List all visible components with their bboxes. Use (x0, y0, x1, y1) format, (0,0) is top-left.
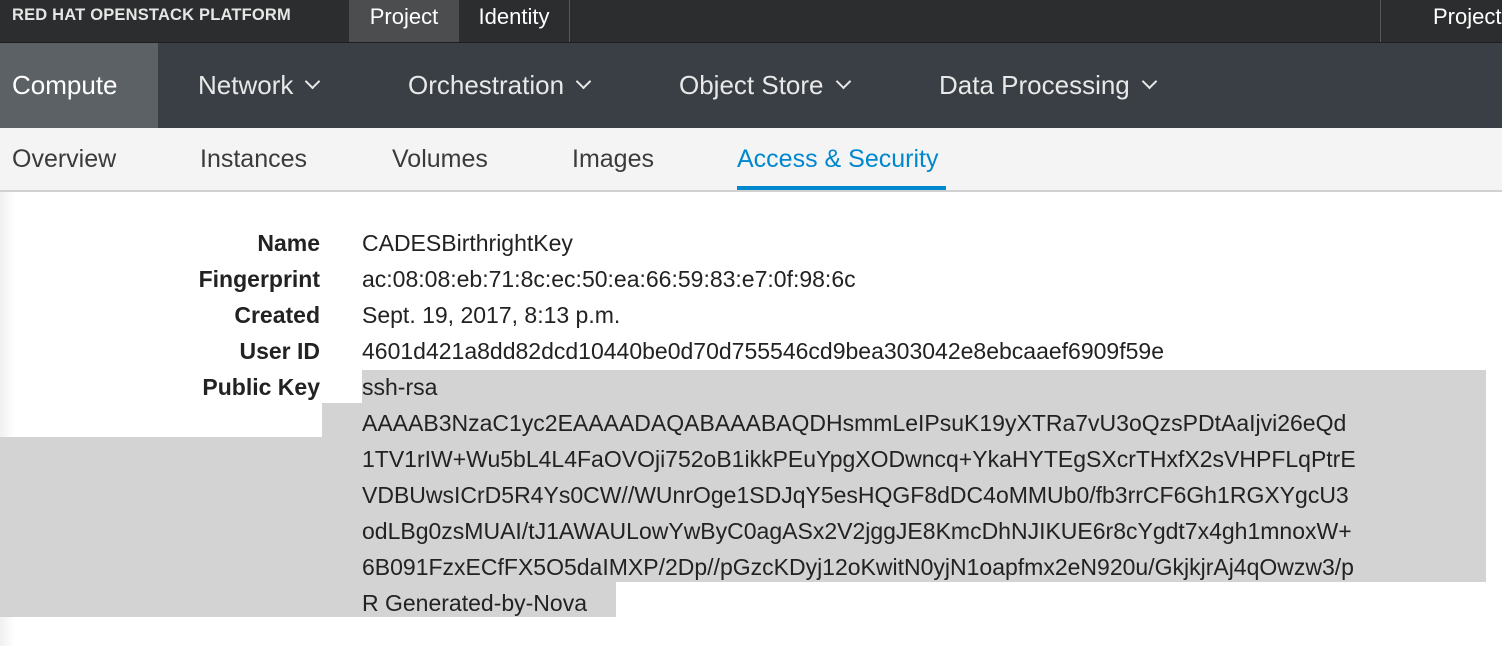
tab-overview[interactable]: Overview (12, 128, 116, 190)
nav-data-processing[interactable]: Data Processing (939, 43, 1158, 128)
chevron-down-icon (1141, 73, 1158, 90)
public-key-line: AAAAB3NzaC1yc2EAAAADAQABAAABAQDHsmmLeIPs… (362, 410, 1347, 436)
nav-compute[interactable]: Compute (0, 43, 158, 128)
nav-network-label: Network (198, 70, 294, 100)
tab-access-security[interactable]: Access & Security (737, 128, 938, 190)
top-tab-project[interactable]: Project (349, 0, 459, 42)
public-key-line: ssh-rsa (362, 374, 438, 400)
public-key-label: Public Key (202, 374, 320, 400)
nav-network[interactable]: Network (198, 43, 321, 128)
chevron-down-icon (305, 73, 321, 90)
tab-instances[interactable]: Instances (200, 128, 307, 190)
active-tab-indicator (737, 186, 946, 190)
nav-compute-label: Compute (12, 70, 118, 100)
tab-images[interactable]: Images (572, 128, 654, 190)
nav-object-store[interactable]: Object Store (679, 43, 851, 128)
top-tab-identity[interactable]: Identity (459, 0, 570, 42)
tab-volumes[interactable]: Volumes (392, 128, 488, 190)
name-label: Name (257, 230, 320, 256)
fingerprint-value: ac:08:08:eb:71:8c:ec:50:ea:66:59:83:e7:0… (362, 266, 856, 292)
primary-nav: Compute Network Orchestration Object Sto… (0, 43, 1502, 128)
name-value: CADESBirthrightKey (362, 230, 573, 256)
fingerprint-label: Fingerprint (198, 266, 320, 292)
created-value: Sept. 19, 2017, 8:13 p.m. (362, 302, 621, 328)
public-key-line: 1TV1rIW+Wu5bL4L4FaOVOji752oB1ikkPEuYpgXO… (362, 446, 1356, 472)
nav-orchestration[interactable]: Orchestration (408, 43, 592, 128)
chevron-down-icon (835, 73, 851, 90)
project-selector-menu[interactable]: Project (1380, 0, 1502, 42)
nav-orchestration-label: Orchestration (408, 70, 565, 100)
chevron-down-icon (575, 73, 592, 90)
public-key-line: odLBg0zsMUAI/tJ1AWAULowYwByC0agASx2V2jgg… (362, 518, 1352, 544)
user-id-value: 4601d421a8dd82dcd10440be0d70d755546cd9be… (362, 338, 1164, 364)
public-key-line: R Generated-by-Nova (362, 590, 587, 616)
created-label: Created (234, 302, 320, 328)
nav-object-store-label: Object Store (679, 70, 824, 100)
user-id-label: User ID (239, 338, 320, 364)
nav-data-processing-label: Data Processing (939, 70, 1130, 100)
secondary-nav: Overview Instances Volumes Images Access… (0, 128, 1502, 192)
public-key-line: VDBUwsICrD5R4Ys0CW//WUnrOge1SDJqY5esHQGF… (362, 482, 1349, 508)
public-key-line: 6B091FzxECfFX5O5daIMXP/2Dp//pGzcKDyj12oK… (362, 554, 1354, 580)
text-selection-highlight (362, 370, 1486, 403)
brand-logo-text: RED HAT OPENSTACK PLATFORM (12, 5, 291, 24)
top-header-bar: RED HAT OPENSTACK PLATFORM Project Ident… (0, 0, 1502, 43)
